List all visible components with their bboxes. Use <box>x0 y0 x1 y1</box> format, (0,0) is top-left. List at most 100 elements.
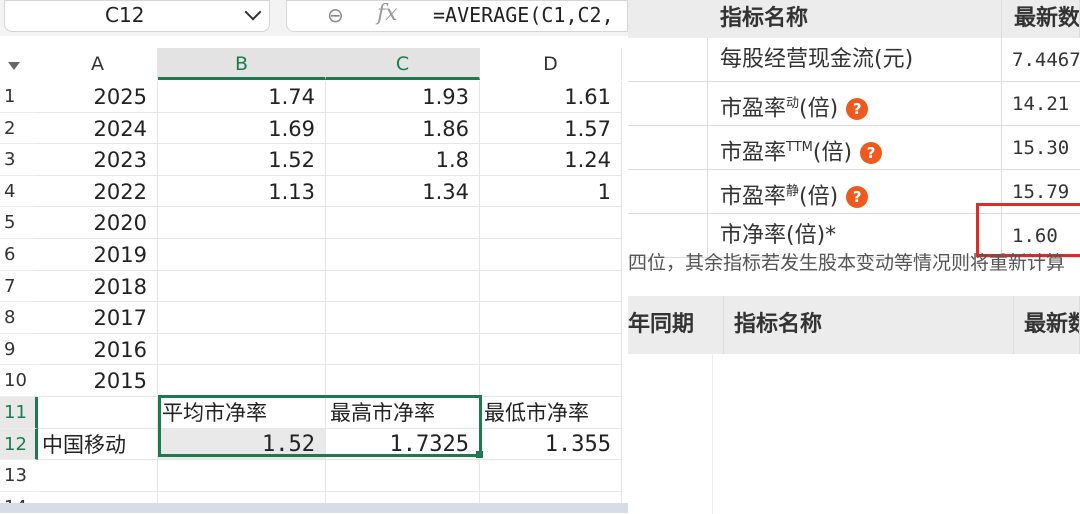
cell-a8[interactable]: 2017 <box>38 302 158 334</box>
cell-d13[interactable] <box>480 460 622 492</box>
row-header[interactable]: 1 <box>0 81 38 113</box>
triangle-icon <box>8 62 20 70</box>
cell-reference: C12 <box>105 3 145 27</box>
row-header[interactable]: 3 <box>0 144 38 176</box>
formula-text[interactable]: =AVERAGE(C1,C2, <box>433 3 614 27</box>
cell-b9[interactable] <box>158 333 326 366</box>
spreadsheet: C12 ⊖ fx =AVERAGE(C1,C2, A B C D 1 2025 1.… <box>0 0 628 513</box>
column-header-d[interactable]: D <box>480 48 622 80</box>
selection-range <box>158 395 482 457</box>
cell-d6[interactable] <box>480 239 622 271</box>
cell-c6[interactable] <box>326 239 480 271</box>
name-box[interactable]: C12 <box>4 0 270 32</box>
indicator-value: 7.4467 <box>1002 38 1080 82</box>
function-icon[interactable]: fx <box>377 1 398 26</box>
cell-c9[interactable] <box>326 333 480 366</box>
indicator-row-blank <box>628 82 708 126</box>
row-header[interactable]: 12 <box>0 428 38 461</box>
chevron-down-icon[interactable] <box>244 3 262 21</box>
header-indicator-name: 指标名称 <box>708 0 1002 38</box>
cell-c10[interactable] <box>326 365 480 397</box>
column-header-c[interactable]: C <box>326 48 480 80</box>
cell-a7[interactable]: 2018 <box>38 270 158 303</box>
cell-a2[interactable]: 2024 <box>38 112 158 145</box>
zoom-icon[interactable]: ⊖ <box>327 3 344 27</box>
row-header[interactable]: 7 <box>0 271 38 303</box>
cell-a12[interactable]: 中国移动 <box>38 428 158 461</box>
cell-c8[interactable] <box>326 302 480 334</box>
header-blank <box>628 0 708 38</box>
cell-b10[interactable] <box>158 365 326 397</box>
row-header[interactable]: 8 <box>0 302 38 334</box>
cell-a5[interactable]: 2020 <box>38 207 158 239</box>
cell-b1[interactable]: 1.74 <box>158 81 326 113</box>
cell-c13[interactable] <box>326 460 480 492</box>
cell-b13[interactable] <box>158 460 326 492</box>
row-header[interactable]: 6 <box>0 239 38 271</box>
header-latest-value-2: 最新数 <box>1014 296 1080 354</box>
indicator-name: 市盈率动(倍)? <box>708 82 1002 126</box>
cell-d4[interactable]: 1 <box>480 175 622 208</box>
cell-a9[interactable]: 2016 <box>38 333 158 366</box>
indicator-label: 市盈率 <box>720 184 787 210</box>
cell-b2[interactable]: 1.69 <box>158 112 326 145</box>
row-header[interactable]: 4 <box>0 176 38 208</box>
cell-b5[interactable] <box>158 207 326 239</box>
cell-d1[interactable]: 1.61 <box>480 81 622 113</box>
indicator-label: 市净率(倍)* <box>720 223 837 248</box>
indicator-row-blank <box>628 170 708 214</box>
sheet-bottom-bar <box>0 503 628 513</box>
column-header-b[interactable]: B <box>158 48 326 80</box>
cell-a13[interactable] <box>38 460 158 492</box>
cell-d10[interactable] <box>480 365 622 397</box>
row-header[interactable]: 10 <box>0 365 38 397</box>
row-header[interactable]: 9 <box>0 334 38 366</box>
row-header[interactable]: 11 <box>0 397 38 429</box>
select-all-corner[interactable] <box>0 48 38 80</box>
cell-c7[interactable] <box>326 270 480 303</box>
cell-a1[interactable]: 2025 <box>38 81 158 113</box>
header-latest-value: 最新数 <box>1002 0 1080 38</box>
indicator-label: 每股经营现金流(元) <box>720 47 914 72</box>
column-header-a[interactable]: A <box>38 48 158 80</box>
cell-c5[interactable] <box>326 207 480 239</box>
indicator-unit: (倍) <box>812 140 853 166</box>
cell-c1[interactable]: 1.93 <box>326 81 480 113</box>
cell-c2[interactable]: 1.86 <box>326 112 480 145</box>
cell-b8[interactable] <box>158 302 326 334</box>
cell-a3[interactable]: 2023 <box>38 144 158 176</box>
indicator-label: 市盈率 <box>720 140 787 166</box>
formula-input[interactable]: ⊖ fx =AVERAGE(C1,C2, <box>286 0 628 32</box>
help-icon[interactable]: ? <box>846 98 869 121</box>
cell-c4[interactable]: 1.34 <box>326 175 480 208</box>
indicator-name: 市盈率TTM(倍)? <box>708 126 1002 170</box>
fill-handle[interactable] <box>476 451 483 458</box>
cell-a6[interactable]: 2019 <box>38 239 158 271</box>
cell-d2[interactable]: 1.57 <box>480 112 622 145</box>
cell-d11[interactable]: 最低市净率 <box>480 397 622 429</box>
formula-bar: C12 ⊖ fx =AVERAGE(C1,C2, <box>0 0 628 36</box>
indicator-unit: (倍) <box>799 184 839 210</box>
cell-a11[interactable] <box>38 397 158 429</box>
cell-d8[interactable] <box>480 302 622 334</box>
cell-c3[interactable]: 1.8 <box>326 144 480 176</box>
row-header[interactable]: 5 <box>0 207 38 239</box>
cell-d7[interactable] <box>480 270 622 303</box>
cell-b4[interactable]: 1.13 <box>158 175 326 208</box>
header-prior-year: 上年同期 <box>628 296 724 354</box>
help-icon[interactable]: ? <box>860 142 883 165</box>
row-header[interactable]: 2 <box>0 113 38 145</box>
cell-b7[interactable] <box>158 270 326 303</box>
cell-b6[interactable] <box>158 239 326 271</box>
cell-d5[interactable] <box>480 207 622 239</box>
cell-d3[interactable]: 1.24 <box>480 144 622 176</box>
cell-a10[interactable]: 2015 <box>38 365 158 397</box>
indicator-superscript: TTM <box>786 140 813 155</box>
row-header[interactable]: 13 <box>0 460 38 492</box>
cell-b3[interactable]: 1.52 <box>158 144 326 176</box>
cell-d9[interactable] <box>480 333 622 366</box>
cell-a4[interactable]: 2022 <box>38 175 158 208</box>
cell-d12[interactable]: 1.355 <box>480 428 622 461</box>
indicator-label: 市盈率 <box>720 96 787 122</box>
help-icon[interactable]: ? <box>846 186 869 209</box>
